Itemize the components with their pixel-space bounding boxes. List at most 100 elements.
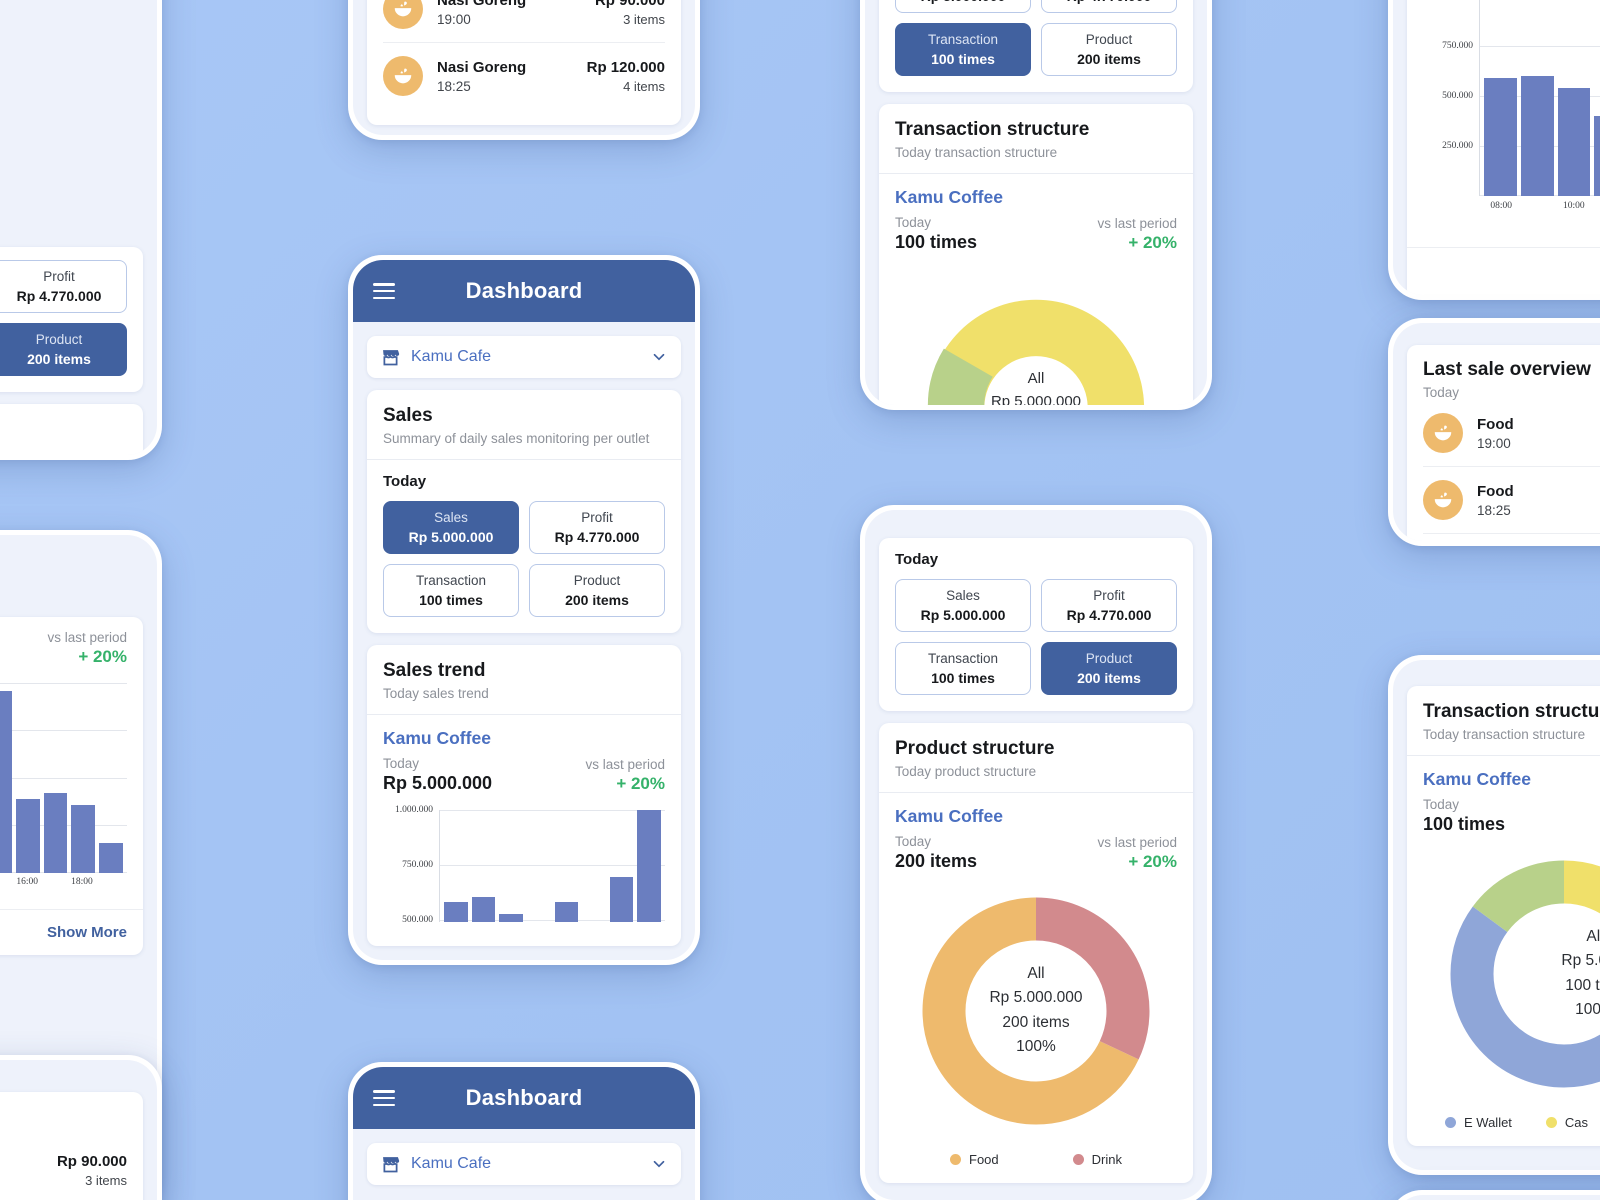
row-amount: Rp 90.000 <box>594 0 665 9</box>
card-subtitle: Today sales trend <box>383 686 489 701</box>
list-item[interactable]: Drink <box>1423 534 1600 541</box>
kpi-product[interactable]: Product 200 items <box>529 564 665 617</box>
legend-label: Cas <box>1564 1115 1589 1130</box>
kpi-transaction[interactable]: Transaction 100 times <box>383 564 519 617</box>
show-more-link[interactable]: Show More <box>0 910 143 955</box>
card-title: Transaction structure <box>1423 701 1600 722</box>
legend-item-ewallet: E Wallet <box>1445 1115 1512 1130</box>
bowl-icon <box>1423 480 1463 520</box>
kpi-product[interactable]: Product 200 items <box>1041 23 1177 76</box>
donut-legend: Food Drink <box>895 1152 1177 1167</box>
chart-plot <box>439 810 665 922</box>
y-tick: 1.000.000 <box>395 805 433 815</box>
row-name: Food <box>1477 482 1514 500</box>
kpi-value: 200 items <box>565 592 629 608</box>
card-subtitle: e <box>0 445 127 455</box>
x-tick-labels: 00 14:00 16:00 18:00 <box>0 877 127 887</box>
y-axis: 1.000.000 750.000 500.000 <box>383 805 439 930</box>
list-item[interactable]: Food 18:25 <box>1423 467 1600 534</box>
kpi-grid: Sales Rp 5.000.000 Profit Rp 4.770.000 T… <box>895 0 1177 76</box>
donut-line: 100 time <box>1565 977 1600 994</box>
legend-swatch <box>950 1154 961 1165</box>
kpi-value: Rp 4.770.000 <box>16 288 102 304</box>
menu-icon[interactable] <box>373 283 395 299</box>
row-time: 18:25 <box>437 78 471 94</box>
phone-mock-center: Dashboard Kamu Cafe Sales Summary of dai… <box>348 255 700 965</box>
kpi-key: Transaction <box>927 651 999 666</box>
chart-plot <box>0 683 127 873</box>
donut-line: Rp 5.000.000 <box>989 989 1083 1007</box>
x-tick <box>96 877 123 887</box>
donut-line: All <box>1027 965 1045 983</box>
outlet-selector[interactable]: Kamu Cafe <box>367 1143 681 1185</box>
kpi-grid: Sales Rp 5.000.000 Profit Rp 4.770.000 T… <box>383 501 665 617</box>
chevron-down-icon[interactable] <box>650 348 668 366</box>
row-time: 19:00 <box>1477 435 1511 451</box>
gauge-center-text: All Rp 5.000.000 <box>895 368 1177 405</box>
kpi-value: 100 times <box>419 592 483 608</box>
list-item[interactable]: Nasi Goreng 18:25 Rp 120.000 4 items <box>383 43 665 109</box>
kpi-profit[interactable]: Profit Rp 4.770.000 <box>0 260 127 313</box>
recent-sales-card: Today Nasi Goreng 19:00 Rp 90.000 <box>367 0 681 125</box>
compare-value: + 20% <box>1128 852 1177 871</box>
outlet-selector[interactable]: Kamu Cafe <box>367 336 681 378</box>
y-tick: 250.000 <box>1442 141 1473 151</box>
gauge-value: Rp 5.000.000 <box>990 392 1082 406</box>
app-bar: Dashboard <box>353 260 695 322</box>
phone-mock-bottom-left-2: Rp 90.000 3 items <box>0 1055 162 1200</box>
outlet-label: Kamu Coffee <box>895 187 1003 207</box>
card-title: Last sale overview <box>1423 359 1591 380</box>
period-label: Today <box>895 551 939 568</box>
donut-line: 200 items <box>1002 1014 1070 1031</box>
list-item[interactable]: Rp 90.000 3 items <box>0 1140 127 1200</box>
list-item[interactable]: Food 19:00 <box>1423 400 1600 467</box>
kpi-sales[interactable]: Sales Rp 5.000.000 <box>383 501 519 554</box>
card-subtitle: Today transaction structure <box>895 145 1058 160</box>
kpi-product[interactable]: Product 200 items <box>0 323 127 376</box>
x-tick <box>1519 201 1555 211</box>
kpi-product[interactable]: Product 200 items <box>1041 642 1177 695</box>
transaction-kpi-card: Sales Rp 5.000.000 Profit Rp 4.770.000 T… <box>879 0 1193 92</box>
list-item[interactable]: Nasi Goreng 19:00 Rp 90.000 3 items <box>383 0 665 43</box>
period-label: Today <box>895 834 932 849</box>
kpi-key: Transaction <box>415 573 487 588</box>
period-label: Today <box>1423 385 1460 400</box>
x-tick <box>41 877 68 887</box>
donut-center-text: All Rp 5.000. 100 time 100% <box>1423 925 1600 1023</box>
kpi-sales[interactable]: Sales Rp 5.000.000 <box>895 0 1031 13</box>
bars <box>0 683 127 873</box>
storefront-icon <box>380 1154 401 1175</box>
x-tick-labels: 08:00 10:00 12:00 <box>1479 201 1600 211</box>
outlet-label: Kamu Coffee <box>1423 769 1531 789</box>
sales-trend-card-right: 1.000.000 750.000 500.000 250.000 <box>1407 0 1600 295</box>
compare-label: vs last period <box>1097 216 1177 231</box>
outlet-name: Kamu Cafe <box>411 1155 492 1172</box>
legend-item-drink: Drink <box>1072 1152 1122 1167</box>
kpi-sales[interactable]: Sales Rp 5.000.000 <box>895 579 1031 632</box>
period-label: Today <box>383 756 420 771</box>
legend-item-cash: Cas <box>1545 1115 1589 1130</box>
period-label: Today <box>383 473 427 490</box>
structure-amount: 100 times <box>1423 814 1506 834</box>
y-axis: 1.000.000 750.000 500.000 250.000 <box>1423 0 1479 231</box>
structure-amount: 100 times <box>895 232 978 252</box>
donut-line: 100% <box>1575 1001 1600 1019</box>
kpi-transaction[interactable]: Transaction 100 times <box>895 642 1031 695</box>
donut-line: 100% <box>1016 1038 1056 1056</box>
chevron-down-icon[interactable] <box>650 1155 668 1173</box>
menu-icon[interactable] <box>373 1090 395 1106</box>
card-subtitle: Today transaction structure <box>1423 727 1586 742</box>
phone-mock-mid-top: Sales Rp 5.000.000 Profit Rp 4.770.000 T… <box>860 0 1212 410</box>
phone-mock-right-bottom: Transaction structure Today transaction … <box>1388 655 1600 1175</box>
legend-label: Drink <box>1091 1152 1122 1167</box>
legend-item-food: Food <box>950 1152 999 1167</box>
kpi-profit[interactable]: Profit Rp 4.770.000 <box>1041 579 1177 632</box>
kpi-key: Profit <box>581 510 613 525</box>
kpi-profit[interactable]: Profit Rp 4.770.000 <box>1041 0 1177 13</box>
kpi-profit[interactable]: Profit Rp 4.770.000 <box>529 501 665 554</box>
kpi-transaction[interactable]: Transaction 100 times <box>895 23 1031 76</box>
kpi-key: Profit <box>1093 588 1125 603</box>
row-name: Nasi Goreng <box>437 0 527 9</box>
phone-mock-right-top: 1.000.000 750.000 500.000 250.000 <box>1388 0 1600 300</box>
y-tick: 1.000.000 <box>1435 0 1473 1</box>
